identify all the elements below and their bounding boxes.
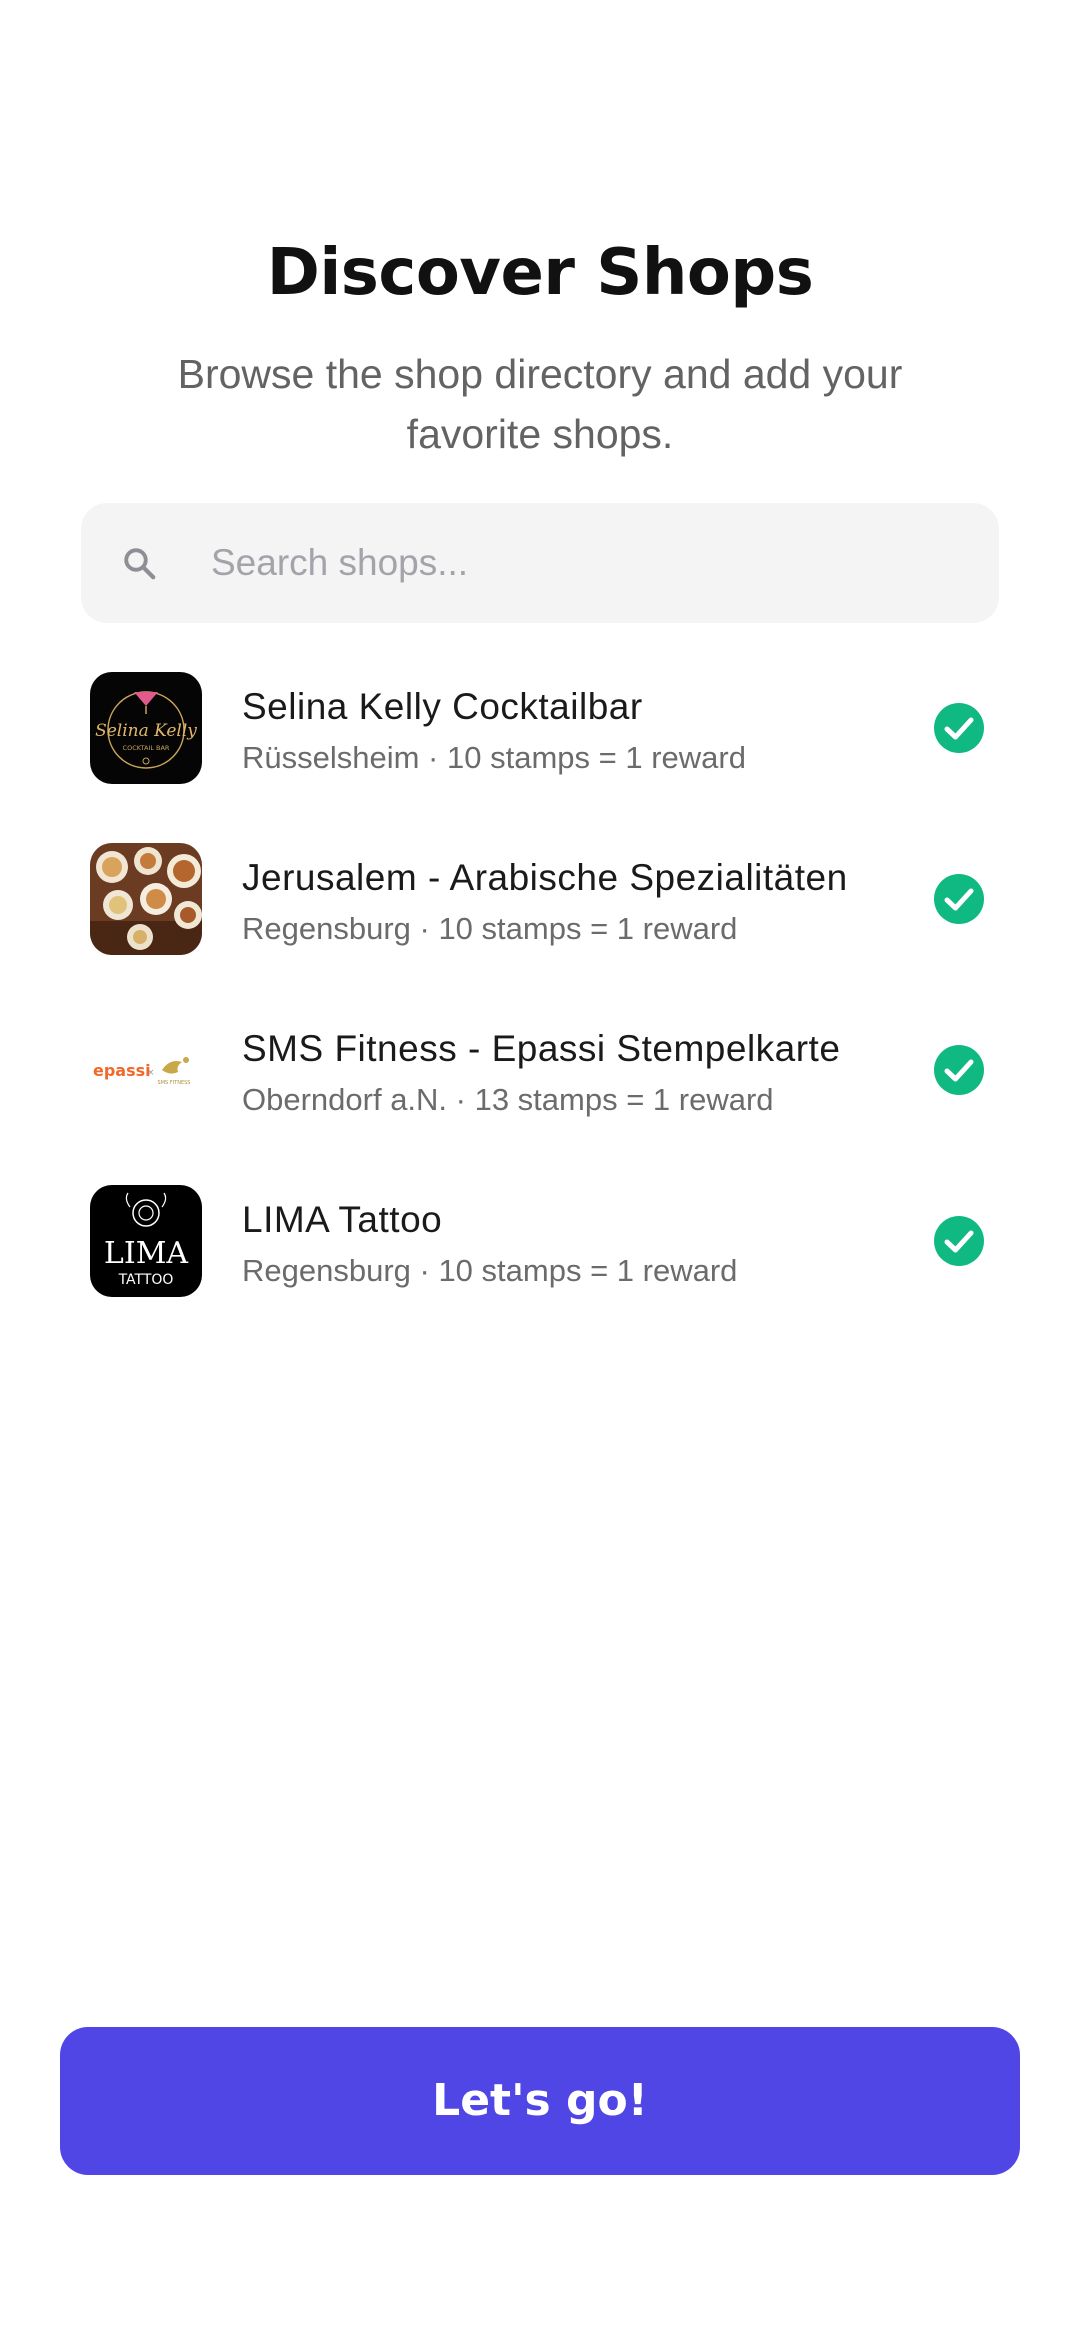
shop-meta: Oberndorf a.N. · 13 stamps = 1 reward	[242, 1082, 774, 1117]
shop-item-sms-fitness[interactable]: epassi × SMS FITNESS SMS Fitness - Epass…	[0, 1014, 1080, 1185]
logo-text: epassi	[93, 1061, 151, 1080]
shop-item-jerusalem[interactable]: Jerusalem - Arabische Spezialitäten Rege…	[0, 843, 1080, 1014]
logo-text: Selina Kelly	[95, 721, 197, 741]
check-circle-icon[interactable]	[933, 702, 985, 754]
shop-item-lima-tattoo[interactable]: LIMA TATTOO LIMA Tattoo Regensburg · 10 …	[0, 1185, 1080, 1356]
lets-go-button[interactable]: Let's go!	[60, 2027, 1020, 2175]
search-icon	[124, 548, 156, 580]
shop-list: Selina Kelly COCKTAIL BAR Selina Kelly C…	[0, 672, 1080, 1356]
shop-item-selina-kelly[interactable]: Selina Kelly COCKTAIL BAR Selina Kelly C…	[0, 672, 1080, 843]
check-circle-icon[interactable]	[933, 1215, 985, 1267]
shop-meta: Rüsselsheim · 10 stamps = 1 reward	[242, 740, 746, 775]
logo-subtext: SMS FITNESS	[158, 1080, 191, 1086]
shop-logo-lima-tattoo: LIMA TATTOO	[90, 1185, 202, 1297]
discover-shops-screen: Discover Shops Browse the shop directory…	[0, 0, 1080, 2341]
shop-meta: Regensburg · 10 stamps = 1 reward	[242, 1253, 738, 1288]
shop-logo-sms-fitness: epassi × SMS FITNESS	[90, 1014, 202, 1126]
check-circle-icon[interactable]	[933, 1044, 985, 1096]
logo-subtext: COCKTAIL BAR	[123, 744, 170, 752]
shop-meta: Regensburg · 10 stamps = 1 reward	[242, 911, 738, 946]
shop-name: LIMA Tattoo	[242, 1199, 443, 1240]
shop-name: SMS Fitness - Epassi Stempelkarte	[242, 1028, 841, 1069]
shop-name: Jerusalem - Arabische Spezialitäten	[242, 857, 848, 898]
logo-text: LIMA	[104, 1236, 188, 1271]
page-subtitle: Browse the shop directory and add your f…	[177, 351, 903, 457]
logo-subtext: TATTOO	[118, 1272, 174, 1288]
search-bar[interactable]	[81, 503, 999, 623]
shop-logo-jerusalem	[90, 843, 202, 955]
check-circle-icon[interactable]	[933, 873, 985, 925]
shop-name: Selina Kelly Cocktailbar	[242, 686, 643, 727]
shop-logo-selina-kelly: Selina Kelly COCKTAIL BAR	[90, 672, 202, 784]
page-title: Discover Shops	[266, 236, 814, 310]
svg-text:×: ×	[147, 1068, 155, 1078]
search-input[interactable]	[211, 503, 971, 623]
